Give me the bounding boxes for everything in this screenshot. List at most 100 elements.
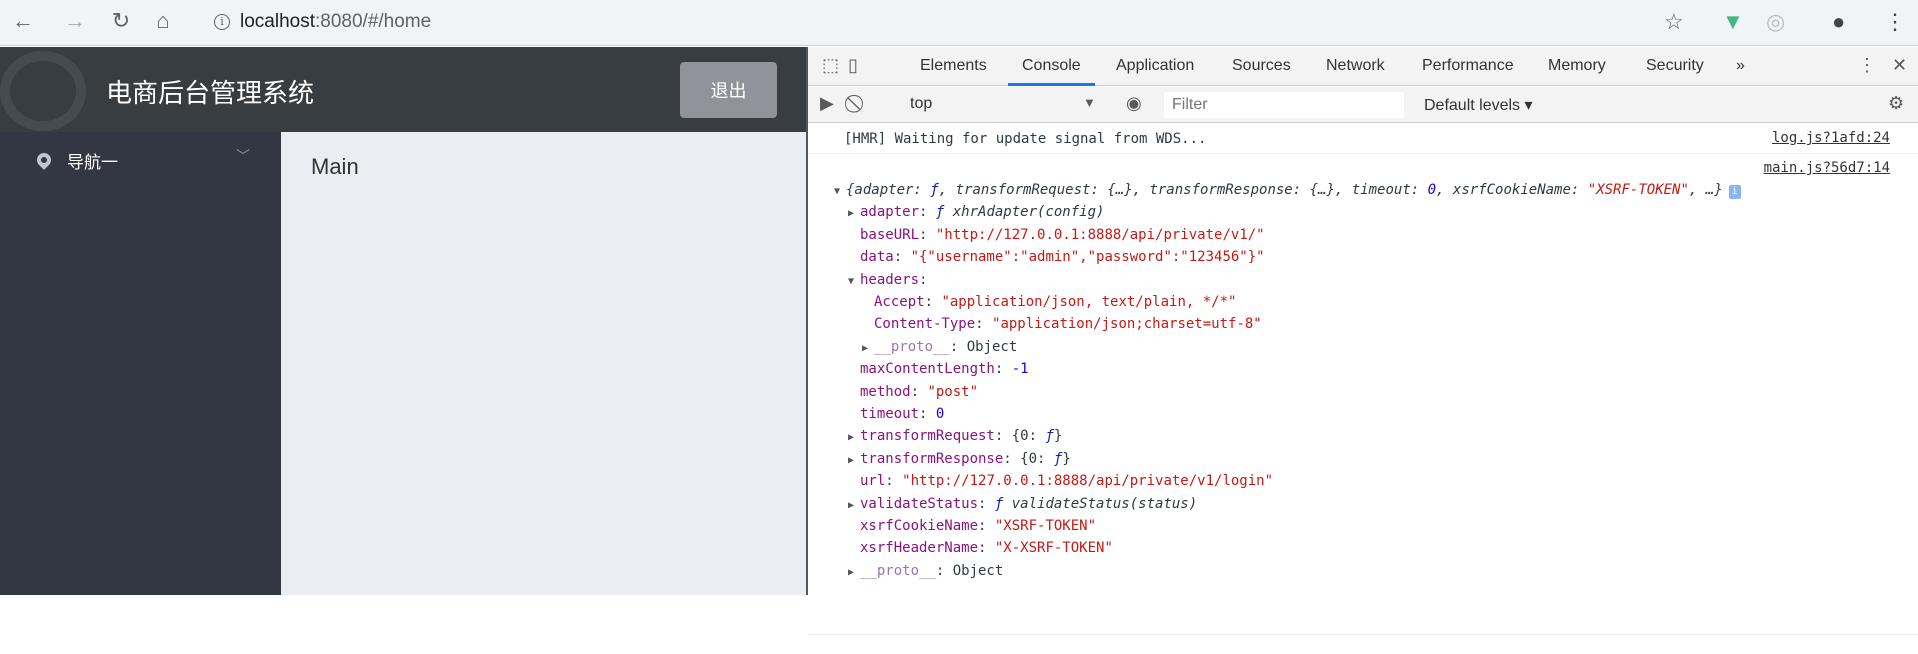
close-icon[interactable]: ✕ [1892,55,1907,76]
expanded-arrow-icon[interactable]: ▼ [834,181,846,203]
console-token: data [860,249,894,266]
message-text: [HMR] Waiting for update signal from WDS… [844,131,1207,147]
console-token: xhrAdapter(config) [952,204,1105,221]
console-token: method [860,383,911,400]
source-link[interactable]: main.js?56d7:14 [1764,160,1890,176]
tab-application[interactable]: Application [1116,57,1194,75]
console-object-line: Content-Type: "application/json;charset=… [862,313,1262,335]
console-object-line[interactable]: ▶ validateStatus: ƒ validateStatus(status… [848,493,1197,515]
console-token: ƒ [994,495,1012,512]
source-link[interactable]: log.js?1afd:24 [1772,130,1890,146]
console-object-line: Accept: "application/json, text/plain, *… [862,291,1236,313]
console-object-line: method: "post" [848,381,978,403]
collapsed-arrow-icon[interactable]: ▶ [862,338,874,360]
console-token: : [994,361,1012,378]
console-token: -1 [1011,361,1029,378]
vue-devtools-icon[interactable]: ▼ [1722,9,1744,35]
console-object-line[interactable]: ▼ headers: [848,269,927,291]
forward-icon[interactable]: → [60,8,90,34]
browser-toolbar: ← → ↻ ⌂ i localhost:8080/#/home ☆ ▼ ◎ ● … [0,0,1918,46]
console-token: headers [860,271,920,288]
collapsed-arrow-icon[interactable]: ▶ [848,427,860,449]
gear-icon[interactable]: ⚙ [1888,93,1904,114]
profile-icon[interactable]: ● [1832,9,1845,35]
expanded-arrow-icon[interactable]: ▼ [848,271,860,293]
console-token: transformRequest [860,428,995,445]
sidebar-item-label: 导航一 [67,152,118,172]
home-icon[interactable]: ⌂ [148,8,178,34]
console-token: transformResponse [860,450,1004,467]
default-levels-select[interactable]: Default levels ▾ [1424,95,1533,115]
console-object-line: baseURL: "http://127.0.0.1:8888/api/priv… [848,224,1265,246]
collapsed-arrow-icon[interactable]: ▶ [848,450,860,472]
tab-memory[interactable]: Memory [1548,57,1606,75]
info-badge-icon[interactable]: i [1728,185,1741,199]
console-token: : Object [949,338,1018,355]
console-token: "http://127.0.0.1:8888/api/private/v1/lo… [902,473,1274,490]
collapsed-arrow-icon[interactable]: ▶ [848,203,860,225]
tab-console[interactable]: Console [1008,57,1095,86]
tab-elements[interactable]: Elements [920,57,987,75]
collapsed-arrow-icon[interactable]: ▶ [848,562,860,584]
console-token: ƒ [930,182,939,198]
console-object-line[interactable]: ▶ transformRequest: {0: ƒ} [848,425,1062,447]
collapsed-arrow-icon[interactable]: ▶ [848,495,860,517]
console-object-line[interactable]: ▶ adapter: ƒ xhrAdapter(config) [848,201,1104,223]
tab-performance[interactable]: Performance [1422,57,1514,75]
console-object-line: xsrfCookieName: "XSRF-TOKEN" [848,515,1096,537]
tab-network[interactable]: Network [1326,57,1385,75]
console-token: maxContentLength [860,361,995,378]
tab-security[interactable]: Security [1646,57,1704,75]
address-bar[interactable]: i localhost:8080/#/home [198,5,1698,39]
main-text: Main [311,154,359,179]
kebab-menu-icon[interactable]: ⋮ [1858,55,1876,76]
inspect-icon[interactable]: ⬚ [822,55,839,76]
console-token: url [860,473,886,490]
console-object-line[interactable]: ▼ {adapter: ƒ, transformRequest: {…}, tra… [834,179,1741,201]
console-object-line[interactable]: ▶ transformResponse: {0: ƒ} [848,448,1071,470]
console-object-line: xsrfHeaderName: "X-XSRF-TOKEN" [848,537,1113,559]
console-token: : [893,249,911,266]
console-token: } [1062,450,1071,467]
url-path: :8080/#/home [315,11,432,32]
console-token: {adapter: [846,182,931,198]
url-host: localhost [240,11,315,32]
app-header: 电商后台管理系统 退出 [0,47,806,132]
star-icon[interactable]: ☆ [1664,9,1684,35]
more-tabs-button[interactable]: » [1736,57,1745,75]
eye-icon[interactable]: ◉ [1126,93,1142,114]
sidebar: 导航一 ﹀ [0,132,281,595]
logout-button[interactable]: 退出 [680,62,777,118]
reload-icon[interactable]: ↻ [106,8,136,34]
console-token: baseURL [860,226,920,243]
console-output: [HMR] Waiting for update signal from WDS… [808,124,1918,635]
console-prompt[interactable] [808,634,1918,654]
console-token: : [978,518,995,534]
console-object-line[interactable]: ▶ __proto__: Object [862,336,1017,358]
back-icon[interactable]: ← [8,8,38,34]
console-token: : [919,406,936,422]
device-toggle-icon[interactable]: ▯ [848,55,858,76]
console-token: __proto__ [860,562,936,579]
dropdown-arrow-icon[interactable]: ▼ [1083,95,1096,110]
console-object-line[interactable]: ▶ __proto__: Object [848,560,1003,582]
sidebar-toggle-icon[interactable]: ▶ [820,93,834,114]
console-object-line: data: "{"username":"admin","password":"1… [848,246,1265,268]
console-object-line: timeout: 0 [848,403,944,425]
console-token: : [975,316,993,333]
console-token: "application/json, text/plain, */*" [941,294,1237,310]
console-token: } [1053,428,1063,445]
filter-input[interactable] [1164,92,1404,118]
console-token: , xsrfCookieName: [1436,182,1588,198]
console-token: "post" [927,383,979,400]
context-select[interactable]: top [910,95,932,113]
console-token: ƒ [935,204,953,221]
sidebar-item-nav1[interactable]: 导航一 ﹀ [0,132,281,188]
console-object-line: url: "http://127.0.0.1:8888/api/private/… [848,470,1273,492]
extension-icon[interactable]: ◎ [1766,9,1785,35]
console-token: validateStatus [860,495,979,512]
menu-icon[interactable]: ⋮ [1884,9,1906,35]
chevron-down-icon: ﹀ [236,148,250,164]
info-icon[interactable]: i [214,14,230,30]
tab-sources[interactable]: Sources [1232,57,1291,75]
